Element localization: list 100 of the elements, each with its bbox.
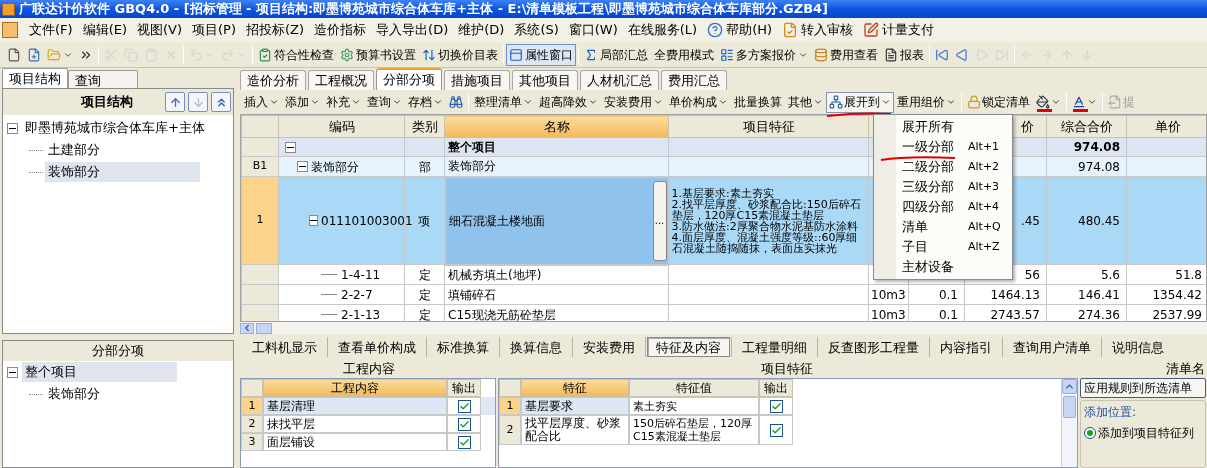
tab[interactable]: 特征及内容 <box>647 337 730 357</box>
panel-tab[interactable]: 查询 <box>68 70 138 88</box>
checkbox[interactable] <box>457 417 471 431</box>
scroll-thumb[interactable] <box>256 322 272 334</box>
column-header[interactable]: 项目特征 <box>668 115 869 138</box>
table-row[interactable]: 2-2-7 定 填铺碎石 10m3 0.1 1464.13 146.41 1354.42 <box>241 284 1206 305</box>
toolbar-button[interactable]: 符合性检查 <box>255 43 337 66</box>
tab[interactable]: 费用汇总 <box>661 70 727 90</box>
table-row[interactable]: 1 基层清理 <box>241 397 495 415</box>
collapse-icon[interactable] <box>7 122 18 134</box>
table-row[interactable]: 1 基层要求 素土夯实 <box>499 397 1061 415</box>
menu-item[interactable]: 四级分部 Alt+4 <box>896 197 1012 217</box>
checkbox[interactable] <box>457 399 471 413</box>
tab[interactable]: 工程概况 <box>308 70 374 90</box>
tab[interactable]: 说明信息 <box>1103 337 1173 357</box>
toolbar-button[interactable]: 补充 <box>323 91 364 113</box>
scroll-left-icon[interactable] <box>240 322 254 334</box>
tab[interactable]: 分部分项 <box>376 68 442 90</box>
menu-item[interactable]: 窗口(W) <box>563 20 623 40</box>
tree-item[interactable]: 即墨博苑城市综合体车库+主体 <box>22 118 208 138</box>
tab[interactable]: 查看单价构成 <box>329 337 425 357</box>
tab[interactable]: 标准换算 <box>428 337 498 357</box>
column-header[interactable]: 编码 <box>278 115 405 138</box>
tree-item[interactable]: 装饰部分 <box>45 384 103 404</box>
toolbar-button[interactable]: 插入 <box>241 91 282 113</box>
menu-item[interactable]: 帮助(H) <box>702 20 778 40</box>
column-header[interactable]: 输出 <box>447 379 481 397</box>
menu-item[interactable]: 招投标(Z) <box>241 20 310 40</box>
tab[interactable]: 造价分析 <box>240 70 306 90</box>
menu-item[interactable]: 清单 Alt+Q <box>896 217 1012 237</box>
menu-item[interactable]: 展开所有 <box>896 117 1012 137</box>
menu-item[interactable]: 导入导出(D) <box>371 20 454 40</box>
toolbar-button[interactable]: 添加 <box>282 91 323 113</box>
menu-item[interactable]: 视图(V) <box>132 20 188 40</box>
checkbox[interactable] <box>457 435 471 449</box>
column-header[interactable]: 单价 <box>1126 115 1206 138</box>
ellipsis-button[interactable]: ... <box>652 180 667 261</box>
collapse-icon[interactable] <box>309 215 318 226</box>
tree-item[interactable]: 整个项目 <box>22 362 177 382</box>
toolbar-button[interactable]: 展开到 <box>826 91 894 113</box>
collapse-icon[interactable] <box>285 141 296 153</box>
toolbar-button[interactable]: 存档 <box>405 91 446 113</box>
tab[interactable]: 反查图形工程量 <box>819 337 928 357</box>
column-header[interactable]: 工程内容 <box>263 379 447 397</box>
radio-label[interactable]: 添加到项目特征列 <box>1098 424 1194 442</box>
column-header[interactable]: 特征值 <box>629 379 759 397</box>
collapse-icon[interactable] <box>297 161 308 172</box>
document-menu-icon[interactable] <box>2 22 18 38</box>
menu-item[interactable]: 文件(F) <box>24 20 78 40</box>
column-header[interactable]: 特征 <box>521 379 629 397</box>
panel-tab[interactable]: 项目结构 <box>2 68 68 88</box>
menu-item[interactable]: 编辑(E) <box>77 20 132 40</box>
toolbar-button[interactable]: 重用组价 <box>894 91 959 113</box>
menu-item[interactable]: 系统(S) <box>509 20 564 40</box>
column-header[interactable]: 输出 <box>759 379 793 397</box>
tab[interactable]: 措施项目 <box>444 70 510 90</box>
toolbar-button[interactable]: 费用查看 <box>811 43 881 66</box>
menu-item[interactable]: 维护(D) <box>453 20 510 40</box>
column-header[interactable]: 类别 <box>404 115 445 138</box>
toolbar-button[interactable]: 安装费用 <box>601 91 666 113</box>
apply-rules-button[interactable]: 应用规则到所选清单 <box>1080 378 1206 398</box>
toolbar-button[interactable]: 全费用模式 <box>651 43 717 66</box>
menu-item[interactable]: 一级分部 Alt+1 <box>896 137 1012 157</box>
toolbar-button[interactable]: 报表 <box>881 43 927 66</box>
toolbar-button[interactable]: 查询 <box>364 91 405 113</box>
toolbar-button[interactable]: 局部汇总 <box>581 43 651 66</box>
collapse-icon[interactable] <box>7 366 18 378</box>
tab[interactable]: 工程量明细 <box>733 337 816 357</box>
checkbox[interactable] <box>769 423 783 437</box>
toolbar-button[interactable]: 锁定清单 <box>964 91 1033 113</box>
column-header[interactable]: 综合合价 <box>1046 115 1127 138</box>
toolbar-button[interactable]: 其他 <box>785 91 826 113</box>
toolbar-button[interactable]: 批量换算 <box>731 91 785 113</box>
tab[interactable]: 内容指引 <box>931 337 1001 357</box>
tree-item[interactable]: 装饰部分 <box>45 162 200 182</box>
toolbar-button[interactable]: 整理清单 <box>471 91 536 113</box>
toolbar-button[interactable]: 切换价目表 <box>419 43 501 66</box>
menu-item[interactable]: 造价指标 <box>309 20 372 40</box>
tab[interactable]: 查询用户清单 <box>1004 337 1100 357</box>
tab[interactable]: 安装费用 <box>574 337 644 357</box>
toolbar-button[interactable]: 超高降效 <box>536 91 601 113</box>
tab[interactable]: 其他项目 <box>512 70 578 90</box>
tab[interactable]: 换算信息 <box>501 337 571 357</box>
radio-button[interactable] <box>1084 427 1096 439</box>
menu-item[interactable]: 在线服务(L) <box>622 20 703 40</box>
toolbar-button[interactable]: 多方案报价 <box>717 43 811 66</box>
tab[interactable]: 工料机显示 <box>243 337 326 357</box>
toolbar-button[interactable]: 单价构成 <box>666 91 731 113</box>
menu-item[interactable]: 二级分部 Alt+2 <box>896 157 1012 177</box>
scroll-up-icon[interactable] <box>1062 379 1077 394</box>
checkbox[interactable] <box>769 399 783 413</box>
arrow-up-button[interactable] <box>165 92 185 112</box>
column-header[interactable]: 名称 <box>444 115 669 138</box>
vertical-scrollbar[interactable] <box>1061 379 1077 467</box>
menu-item[interactable]: 项目(P) <box>187 20 241 40</box>
horizontal-scrollbar[interactable] <box>240 322 1207 334</box>
double-chevron-up-button[interactable] <box>211 92 231 112</box>
menu-item[interactable]: 计量支付 <box>858 20 940 40</box>
menu-item[interactable]: 转入审核 <box>777 20 859 40</box>
scroll-thumb[interactable] <box>1063 396 1076 418</box>
